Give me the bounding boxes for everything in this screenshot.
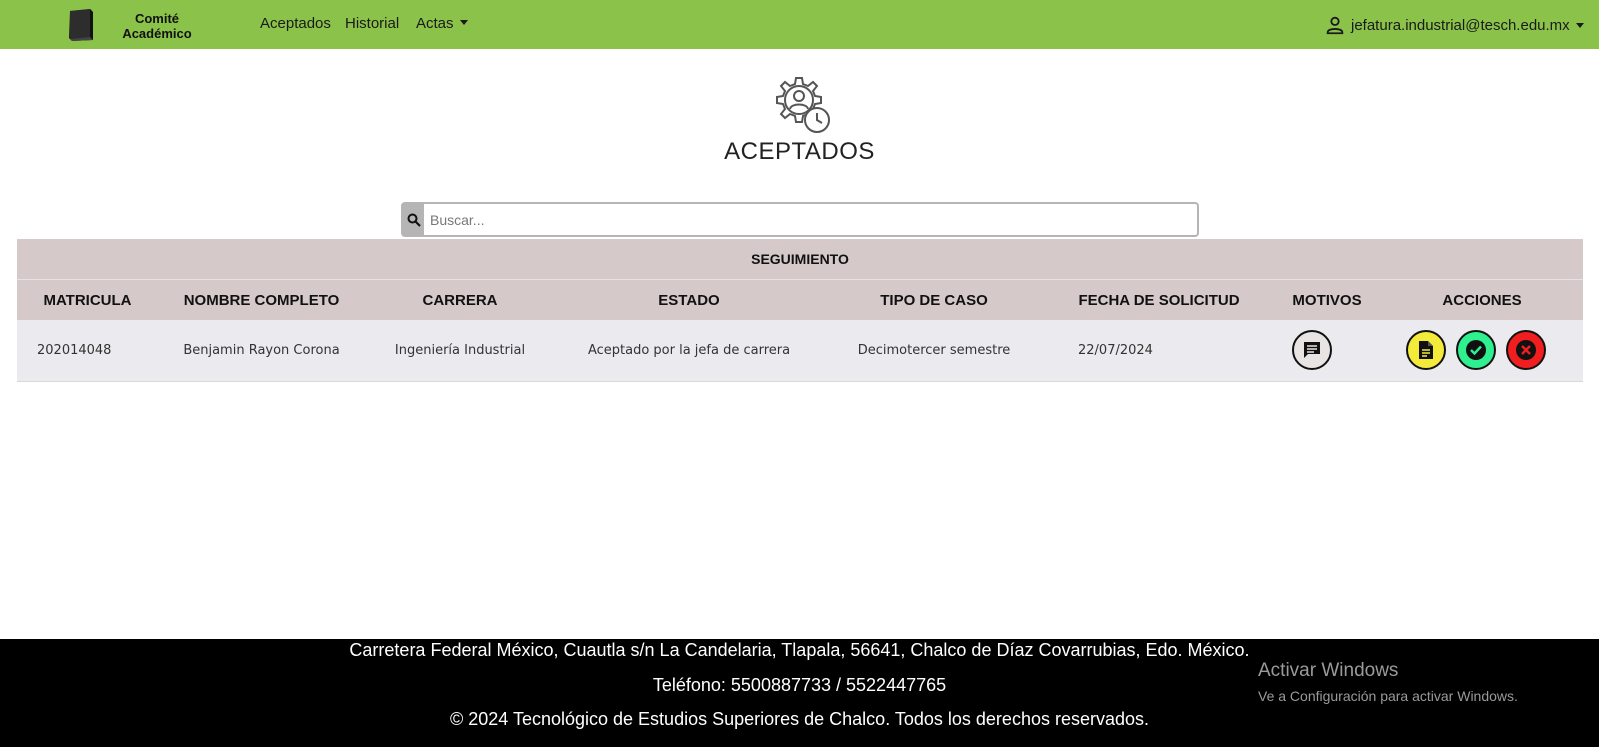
footer: Carretera Federal México, Cuautla s/n La… bbox=[0, 639, 1599, 747]
search-icon bbox=[407, 213, 421, 227]
footer-address: Carretera Federal México, Cuautla s/n La… bbox=[349, 640, 1250, 660]
brand-line-2: Académico bbox=[122, 26, 192, 41]
page-title: ACEPTADOS bbox=[724, 138, 875, 165]
table: MATRICULA NOMBRE COMPLETO CARRERA ESTADO… bbox=[17, 280, 1583, 382]
column-header-estado: ESTADO bbox=[555, 280, 823, 320]
navbar: Comité Académico Aceptados Historial Act… bbox=[0, 0, 1599, 49]
gear-user-clock-icon bbox=[776, 77, 830, 133]
column-header-nombre: NOMBRE COMPLETO bbox=[158, 280, 365, 320]
brand-line-1: Comité bbox=[134, 11, 180, 26]
cancel-circle-icon bbox=[1516, 340, 1537, 361]
comment-icon bbox=[1304, 342, 1320, 359]
document-icon bbox=[1419, 341, 1433, 360]
search-button[interactable] bbox=[403, 204, 424, 235]
column-header-acciones: ACCIONES bbox=[1381, 280, 1583, 320]
caret-down-icon bbox=[1575, 22, 1584, 28]
motivos-button[interactable] bbox=[1292, 330, 1332, 371]
nav-link-aceptados[interactable]: Aceptados bbox=[260, 15, 331, 32]
cell-fecha: 22/07/2024 bbox=[1045, 320, 1273, 382]
cell-acciones bbox=[1381, 320, 1583, 382]
table-row: 202014048 Benjamin Rayon Corona Ingenier… bbox=[17, 320, 1583, 382]
approve-button[interactable] bbox=[1456, 330, 1497, 371]
user-email: jefatura.industrial@tesch.edu.mx bbox=[1351, 16, 1570, 34]
brand-name: Comité Académico bbox=[112, 11, 202, 41]
reject-button[interactable] bbox=[1506, 330, 1547, 371]
cell-estado: Aceptado por la jefa de carrera bbox=[555, 320, 823, 382]
column-header-tipo: TIPO DE CASO bbox=[823, 280, 1045, 320]
caret-down-icon bbox=[459, 20, 468, 25]
cell-nombre: Benjamin Rayon Corona bbox=[158, 320, 365, 382]
column-header-carrera: CARRERA bbox=[365, 280, 555, 320]
search-bar bbox=[401, 202, 1199, 237]
column-header-motivos: MOTIVOS bbox=[1273, 280, 1381, 320]
cell-tipo: Decimotercer semestre bbox=[823, 320, 1045, 382]
nav-actas-label: Actas bbox=[416, 15, 454, 32]
footer-copyright: © 2024 Tecnológico de Estudios Superiore… bbox=[449, 709, 1150, 729]
user-menu-dropdown[interactable]: jefatura.industrial@tesch.edu.mx bbox=[1324, 14, 1584, 36]
user-icon bbox=[1326, 16, 1344, 35]
nav-link-historial[interactable]: Historial bbox=[345, 15, 399, 32]
book-logo-icon bbox=[69, 9, 93, 41]
brand[interactable]: Comité Académico bbox=[66, 8, 192, 42]
windows-activation-title: Activar Windows bbox=[1258, 660, 1399, 681]
column-header-matricula: MATRICULA bbox=[17, 280, 158, 320]
table-band-title: SEGUIMIENTO bbox=[17, 239, 1583, 280]
view-document-button[interactable] bbox=[1406, 330, 1446, 371]
cell-carrera: Ingeniería Industrial bbox=[365, 320, 555, 382]
check-circle-icon bbox=[1466, 340, 1487, 361]
windows-activation-subtitle: Ve a Configuración para activar Windows. bbox=[1258, 688, 1518, 704]
search-input[interactable] bbox=[424, 204, 1197, 235]
table-header-row: MATRICULA NOMBRE COMPLETO CARRERA ESTADO… bbox=[17, 280, 1583, 320]
column-header-fecha: FECHA DE SOLICITUD bbox=[1045, 280, 1273, 320]
nav-dropdown-actas[interactable]: Actas bbox=[416, 15, 468, 32]
cell-matricula: 202014048 bbox=[17, 320, 158, 382]
cell-motivos bbox=[1273, 320, 1381, 382]
results-table: SEGUIMIENTO MATRICULA NOMBRE COMPLETO CA… bbox=[17, 239, 1583, 382]
